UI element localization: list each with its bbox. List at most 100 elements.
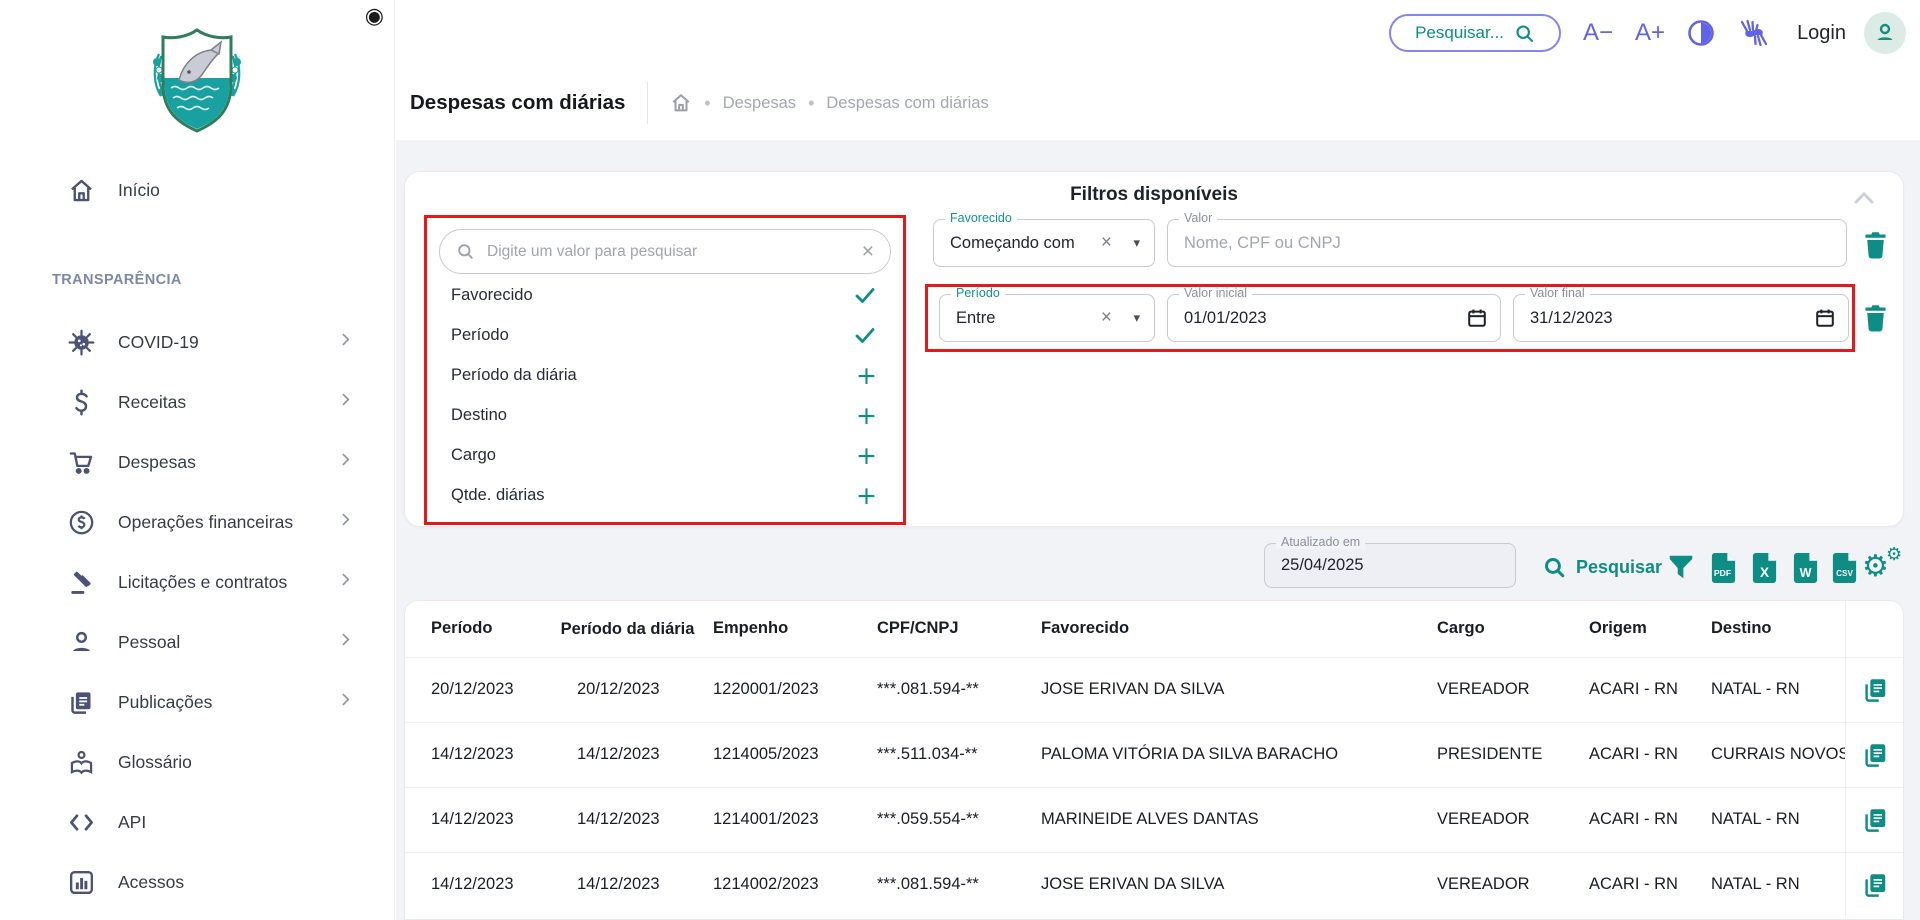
add-filter-plus-icon[interactable]: + — [856, 403, 877, 428]
sidebar-section-label: TRANSPARÊNCIA — [52, 272, 394, 296]
chevron-right-icon — [337, 571, 354, 593]
publications-icon — [66, 687, 96, 717]
favorecido-operator-select[interactable]: Favorecido Começando com × ▾ — [933, 219, 1155, 267]
sidebar-item-operacoes-financeiras[interactable]: Operações financeiras — [0, 492, 394, 552]
row-detail-icon[interactable] — [1861, 806, 1889, 834]
updated-at-field: Atualizado em 25/04/2025 — [1264, 543, 1516, 588]
sidebar-item-inicio[interactable]: Início — [0, 160, 394, 220]
search-icon — [456, 242, 475, 261]
filter-option-qtde-diarias[interactable]: Qtde. diárias+ — [427, 475, 903, 515]
table-row: 14/12/202314/12/20231214001/2023***.059.… — [405, 787, 1904, 852]
sidebar-item-receitas[interactable]: Receitas — [0, 372, 394, 432]
increase-font-button[interactable]: A+ — [1635, 21, 1665, 45]
clear-operator-icon[interactable]: × — [1101, 232, 1112, 254]
sidebar-item-label: Publicações — [118, 692, 337, 713]
global-search-button[interactable]: Pesquisar... — [1389, 14, 1561, 52]
cell-periodo: 14/12/2023 — [405, 787, 555, 852]
collapse-panel-icon[interactable] — [1851, 188, 1877, 213]
row-detail-icon[interactable] — [1861, 676, 1889, 704]
favorecido-value-field: Valor — [1167, 219, 1847, 267]
filter-search-input[interactable] — [487, 243, 850, 261]
filter-option-label: Cargo — [451, 446, 856, 465]
calendar-icon[interactable] — [1814, 307, 1836, 329]
home-icon — [66, 175, 96, 205]
breadcrumb-item-despesas[interactable]: Despesas — [723, 94, 796, 113]
cell-periodo-da-diaria: 14/12/2023 — [555, 722, 700, 787]
csv-file-icon[interactable]: CSV — [1830, 552, 1859, 584]
filter-option-cargo[interactable]: Cargo+ — [427, 435, 903, 475]
search-results-button[interactable]: Pesquisar — [1542, 538, 1662, 596]
main-content: Filtros disponíveis × FavorecidoPeríodoP… — [396, 140, 1920, 920]
login-link[interactable]: Login — [1797, 22, 1846, 45]
filter-option-periodo-da-diaria[interactable]: Período da diária+ — [427, 355, 903, 395]
breadcrumb-item-current: Despesas com diárias — [826, 94, 988, 113]
field-label: Valor final — [1525, 286, 1590, 300]
filter-option-favorecido[interactable]: Favorecido — [427, 275, 903, 315]
periodo-start-date-field: Valor inicial — [1167, 294, 1501, 342]
sidebar-item-api[interactable]: API — [0, 792, 394, 852]
row-detail-icon[interactable] — [1861, 741, 1889, 769]
clear-operator-icon[interactable]: × — [1101, 307, 1112, 329]
annotation-box-filter-list: × FavorecidoPeríodoPeríodo da diária+Des… — [424, 215, 906, 525]
remove-favorecido-filter-button[interactable] — [1862, 230, 1889, 264]
sidebar-pin-toggle-icon[interactable]: ◉ — [365, 6, 384, 28]
add-filter-plus-icon[interactable]: + — [856, 483, 877, 508]
calendar-icon[interactable] — [1466, 307, 1488, 329]
sidebar: ◉ InícioTRANSPARÊNCIACOV — [0, 0, 395, 920]
clear-search-icon[interactable]: × — [862, 241, 874, 262]
column-header-periodo-da-diaria: Período da diária — [555, 601, 700, 657]
pdf-file-icon[interactable]: PDF — [1709, 552, 1738, 584]
cell-origem: ACARI - RN — [1575, 657, 1697, 722]
filter-option-destino[interactable]: Destino+ — [427, 395, 903, 435]
breadcrumb-home-icon[interactable] — [670, 92, 692, 114]
sidebar-item-publicacoes[interactable]: Publicações — [0, 672, 394, 732]
filter-option-label: Destino — [451, 406, 856, 425]
dropdown-arrow-icon[interactable]: ▾ — [1133, 236, 1140, 251]
column-header-empenho: Empenho — [700, 601, 865, 657]
cell-periodo-da-diaria: 14/12/2023 — [555, 852, 700, 917]
remove-periodo-filter-button[interactable] — [1862, 303, 1889, 337]
sidebar-item-pessoal[interactable]: Pessoal — [0, 612, 394, 672]
settings-gears-icon[interactable]: ⚙⚙ — [1862, 546, 1908, 590]
sign-language-icon[interactable] — [1737, 18, 1771, 48]
cell-origem: ACARI - RN — [1575, 722, 1697, 787]
sidebar-item-acessos[interactable]: Acessos — [0, 852, 394, 912]
search-icon — [1542, 555, 1567, 580]
filter-funnel-icon[interactable] — [1666, 552, 1696, 582]
decrease-font-button[interactable]: A− — [1583, 21, 1613, 45]
filter-option-label: Qtde. diárias — [451, 486, 856, 505]
periodo-operator-select[interactable]: Período Entre × ▾ — [939, 294, 1155, 342]
search-icon — [1514, 23, 1535, 44]
favorecido-value-input[interactable] — [1168, 234, 1846, 253]
sidebar-item-covid-19[interactable]: COVID-19 — [0, 312, 394, 372]
check-icon — [853, 283, 877, 307]
sidebar-item-licitacoes-e-contratos[interactable]: Licitações e contratos — [0, 552, 394, 612]
end-date-input[interactable] — [1514, 309, 1848, 328]
cell-empenho: 1214005/2023 — [700, 722, 865, 787]
sidebar-item-label: Operações financeiras — [118, 512, 337, 533]
start-date-input[interactable] — [1168, 309, 1500, 328]
chevron-right-icon — [337, 631, 354, 653]
cell-favorecido: JOSE ERIVAN DA SILVA — [1030, 852, 1425, 917]
cell-cpf-cnpj: ***.059.554-** — [865, 787, 1030, 852]
row-detail-icon[interactable] — [1861, 871, 1889, 899]
user-avatar[interactable] — [1864, 12, 1906, 54]
excel-file-icon[interactable]: X — [1750, 552, 1779, 584]
sidebar-item-despesas[interactable]: Despesas — [0, 432, 394, 492]
table-body: 20/12/202320/12/20231220001/2023***.081.… — [405, 657, 1904, 917]
sidebar-item-glossario[interactable]: Glossário — [0, 732, 394, 792]
svg-text:W: W — [1800, 566, 1812, 580]
search-label: Pesquisar... — [1415, 23, 1504, 43]
divider — [647, 82, 648, 124]
sidebar-item-label: API — [118, 812, 354, 833]
cell-actions — [1845, 852, 1904, 917]
chevron-right-icon — [337, 451, 354, 473]
filter-option-periodo[interactable]: Período — [427, 315, 903, 355]
contrast-icon[interactable] — [1687, 19, 1715, 47]
dropdown-arrow-icon[interactable]: ▾ — [1133, 311, 1140, 326]
add-filter-plus-icon[interactable]: + — [856, 443, 877, 468]
cell-destino: CURRAIS NOVOS - RN — [1697, 722, 1845, 787]
sidebar-item-label: Licitações e contratos — [118, 572, 337, 593]
word-file-icon[interactable]: W — [1791, 552, 1820, 584]
add-filter-plus-icon[interactable]: + — [856, 363, 877, 388]
